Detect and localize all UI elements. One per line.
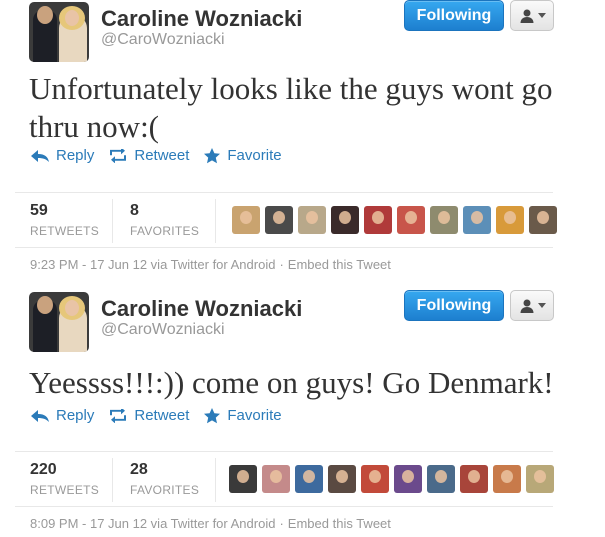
retweeter-avatar[interactable] <box>529 206 557 234</box>
avatar[interactable] <box>29 292 89 352</box>
tweet-timestamp[interactable]: 9:23 PM - 17 Jun 12 via Twitter for Andr… <box>30 257 275 272</box>
retweet-stat-label: RETWEETS <box>30 483 100 497</box>
favorite-stat[interactable]: 28 FAVORITES <box>130 461 199 497</box>
tweet-stats: 59 RETWEETS 8 FAVORITES <box>15 192 557 248</box>
retweeter-avatar[interactable] <box>265 206 293 234</box>
favorite-stat-label: FAVORITES <box>130 224 200 238</box>
favorite-stat-label: FAVORITES <box>130 483 200 497</box>
reply-arrow-icon <box>31 149 49 162</box>
tweet: Caroline Wozniacki @CaroWozniacki Follow… <box>0 0 605 282</box>
tweet: Caroline Wozniacki @CaroWozniacki Follow… <box>0 290 605 537</box>
favorite-action[interactable]: Favorite <box>203 147 282 164</box>
retweeter-avatar[interactable] <box>493 465 521 493</box>
retweet-count: 220 <box>30 461 57 478</box>
avatar-figure <box>37 6 53 24</box>
retweeter-avatar[interactable] <box>394 465 422 493</box>
retweeter-avatar[interactable] <box>397 206 425 234</box>
reply-action[interactable]: Reply <box>30 407 94 424</box>
avatar-figure <box>65 300 79 316</box>
retweeter-avatar[interactable] <box>229 465 257 493</box>
avatar-figure <box>37 296 53 314</box>
retweeter-avatar[interactable] <box>328 465 356 493</box>
retweeter-avatar[interactable] <box>361 465 389 493</box>
favorite-label: Favorite <box>227 407 282 424</box>
retweeter-avatar[interactable] <box>463 206 491 234</box>
retweet-icon <box>110 408 127 423</box>
tweet-actions: Reply Retweet Favorite <box>30 147 296 164</box>
star-icon <box>204 407 221 423</box>
tweet-timestamp[interactable]: 8:09 PM - 17 Jun 12 via Twitter for Andr… <box>30 516 275 531</box>
retweet-stat-label: RETWEETS <box>30 224 100 238</box>
reply-label: Reply <box>56 407 95 424</box>
retweeter-avatar[interactable] <box>526 465 554 493</box>
following-button[interactable]: Following <box>404 290 504 321</box>
avatar[interactable] <box>29 2 89 62</box>
embed-tweet-link[interactable]: Embed this Tweet <box>288 516 391 531</box>
star-icon <box>204 147 221 163</box>
retweeter-avatar[interactable] <box>262 465 290 493</box>
retweeter-avatar[interactable] <box>460 465 488 493</box>
retweeter-avatar[interactable] <box>295 465 323 493</box>
tweet-text: Unfortunately looks like the guys wont g… <box>29 71 553 144</box>
chevron-down-icon <box>537 303 546 308</box>
display-name[interactable]: Caroline Wozniacki <box>101 6 302 32</box>
retweeter-avatar[interactable] <box>427 465 455 493</box>
screen-name[interactable]: @CaroWozniacki <box>101 31 225 49</box>
display-name[interactable]: Caroline Wozniacki <box>101 296 302 322</box>
user-actions-button[interactable] <box>510 290 554 321</box>
retweeter-avatar[interactable] <box>430 206 458 234</box>
user-actions-button[interactable] <box>510 0 554 31</box>
reply-action[interactable]: Reply <box>30 147 94 164</box>
tweet-meta: 9:23 PM - 17 Jun 12 via Twitter for Andr… <box>30 257 391 272</box>
retweeter-avatar[interactable] <box>364 206 392 234</box>
retweeter-avatar[interactable] <box>331 206 359 234</box>
retweet-action[interactable]: Retweet <box>108 147 189 164</box>
person-icon <box>520 9 533 23</box>
stat-divider <box>215 458 216 502</box>
tweet-text: Yeessss!!!:)) come on guys! Go Denmark! <box>29 365 554 400</box>
favorite-action[interactable]: Favorite <box>203 407 282 424</box>
retweet-label: Retweet <box>134 407 190 424</box>
retweeter-avatar[interactable] <box>232 206 260 234</box>
retweet-action[interactable]: Retweet <box>108 407 189 424</box>
tweet-actions: Reply Retweet Favorite <box>30 407 296 424</box>
favorite-label: Favorite <box>227 147 282 164</box>
favorite-count: 28 <box>130 461 148 478</box>
retweet-icon <box>110 148 127 163</box>
tweet-meta: 8:09 PM - 17 Jun 12 via Twitter for Andr… <box>30 516 391 531</box>
retweeter-avatars <box>232 206 557 234</box>
favorite-stat[interactable]: 8 FAVORITES <box>130 202 199 238</box>
tweet-stats: 220 RETWEETS 28 FAVORITES <box>15 451 554 507</box>
meta-separator: · <box>279 516 284 531</box>
favorite-count: 8 <box>130 202 139 219</box>
retweet-label: Retweet <box>134 147 190 164</box>
chevron-down-icon <box>537 13 546 18</box>
stat-divider <box>215 199 216 243</box>
retweet-count: 59 <box>30 202 48 219</box>
person-icon <box>520 299 533 313</box>
retweeter-avatar[interactable] <box>298 206 326 234</box>
retweeter-avatars <box>229 465 554 493</box>
avatar-figure <box>65 10 79 26</box>
retweet-stat[interactable]: 220 RETWEETS <box>30 461 99 497</box>
screen-name[interactable]: @CaroWozniacki <box>101 321 225 339</box>
stat-divider <box>112 458 113 502</box>
following-button[interactable]: Following <box>404 0 504 31</box>
retweeter-avatar[interactable] <box>496 206 524 234</box>
retweet-stat[interactable]: 59 RETWEETS <box>30 202 99 238</box>
embed-tweet-link[interactable]: Embed this Tweet <box>288 257 391 272</box>
reply-arrow-icon <box>31 409 49 422</box>
stat-divider <box>112 199 113 243</box>
meta-separator: · <box>279 257 284 272</box>
reply-label: Reply <box>56 147 95 164</box>
